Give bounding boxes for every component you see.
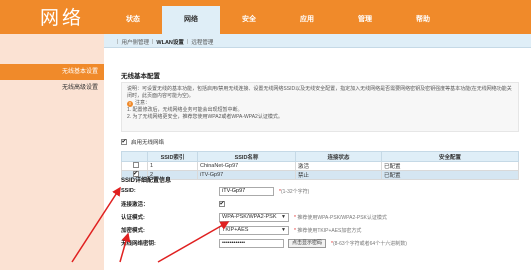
ssid-name: iTV-Gp97 (197, 170, 296, 180)
encrypt-mode-select[interactable]: TKIP+AES ▼ (219, 225, 289, 235)
enable-wireless-checkbox[interactable] (121, 138, 127, 145)
nav-status[interactable]: 状态 (104, 0, 162, 34)
main-content: 无线基本配置 说明：可设置无线的基本功能，包括启用/禁用无线连接、设置无线网络S… (104, 48, 531, 270)
encrypt-mode-row: 加密模式: TKIP+AES ▼ * 推荐使用TKIP+AES加密方式 (121, 225, 521, 235)
logo: 网络 (40, 7, 85, 29)
auth-mode-hint: * 推荐使用WPA-PSK/WPA2-PSK认证模式 (294, 214, 387, 221)
note-title: 注意： (135, 100, 151, 106)
ssid-row: SSID: iTV-Gp97 *(1-32个字符) (121, 186, 521, 196)
auth-mode-label: 认证模式: (121, 215, 145, 221)
warning-icon: ! (127, 100, 133, 107)
note-line: 1. 配置修改后，无线网络业务可能会出现短暂中断。 (127, 107, 243, 113)
table-header-select (121, 151, 148, 162)
ssid-status: 禁止 (295, 170, 382, 180)
note-heading: ! 注意： (127, 100, 513, 107)
description-box: 说明：可设置无线的基本功能，包括启用/禁用无线连接、设置无线网络SSID以及无线… (121, 82, 519, 132)
encrypt-mode-hint: * 推荐使用TKIP+AES加密方式 (294, 227, 362, 234)
ssid-security: 已配置 (381, 170, 519, 180)
chevron-down-icon: ▼ (281, 213, 286, 220)
table-row[interactable]: 1 ChinaNet-Gp97 激活 已配置 (121, 161, 519, 171)
table-header-row: SSID索引 SSID名称 连接状态 安全配置 (121, 151, 519, 162)
tab-wlan-settings[interactable]: WLAN设置 (156, 38, 184, 46)
chevron-down-icon: ▼ (281, 226, 286, 233)
note-line: 2. 为了无线网络更安全，推荐您使用WPA2或者WPA-WPA2认证模式。 (127, 114, 283, 120)
ssid-security: 已配置 (381, 161, 519, 171)
ssid-index: 1 (147, 161, 198, 171)
ssid-name: ChinaNet-Gp97 (197, 161, 296, 171)
auth-mode-row: 认证模式: WPA-PSK/WPA2-PSK ▼ * 推荐使用WPA-PSK/WP… (121, 212, 521, 222)
wireless-key-hint: *(8-63个字符或者64个十六进制数) (331, 240, 407, 247)
separator: | (117, 39, 119, 45)
ssid-hint: *(1-32个字符) (279, 188, 310, 195)
nav-security[interactable]: 安全 (220, 0, 278, 34)
enable-wireless-row: 启用无线网络 (121, 138, 164, 146)
separator: | (151, 39, 154, 45)
nav-application[interactable]: 应用 (278, 0, 336, 34)
connect-active-row: 连接激活： (121, 199, 521, 209)
nav-management[interactable]: 管理 (336, 0, 394, 34)
detail-section-title: SSID详细配置信息 (121, 178, 172, 184)
tab-user-side[interactable]: 用户侧管理 (121, 38, 149, 46)
table-row[interactable]: 2 iTV-Gp97 禁止 已配置 (121, 170, 519, 180)
show-password-button[interactable]: 点击显示密码 (288, 238, 327, 248)
connect-active-checkbox[interactable] (219, 200, 225, 207)
auth-mode-select[interactable]: WPA-PSK/WPA2-PSK ▼ (219, 212, 289, 222)
main-nav: 状态 网络 安全 应用 管理 帮助 (104, 0, 452, 34)
sidebar-item-wireless-basic[interactable]: 无线基本设置 (0, 64, 104, 80)
nav-help[interactable]: 帮助 (394, 0, 452, 34)
top-header: 网络 状态 网络 安全 应用 管理 帮助 (0, 0, 531, 34)
sub-nav: | 用户侧管理 | WLAN设置 | 远程管理 (104, 34, 531, 48)
section-title: 无线基本配置 (121, 73, 160, 80)
sidebar: 无线基本设置 无线高级设置 (0, 34, 104, 270)
table-header-index: SSID索引 (147, 151, 198, 162)
encrypt-mode-label: 加密模式: (121, 228, 145, 234)
sidebar-item-wireless-advanced[interactable]: 无线高级设置 (0, 80, 104, 96)
ssid-label: SSID: (121, 188, 136, 194)
ssid-input[interactable]: iTV-Gp97 (219, 186, 274, 196)
table-header-name: SSID名称 (197, 151, 296, 162)
enable-wireless-label: 启用无线网络 (131, 140, 165, 146)
connect-active-label: 连接激活： (121, 202, 149, 208)
table-header-security: 安全配置 (381, 151, 519, 162)
separator: | (186, 39, 189, 45)
nav-network[interactable]: 网络 (162, 0, 220, 34)
tab-remote-management[interactable]: 远程管理 (191, 38, 213, 46)
ssid-table: SSID索引 SSID名称 连接状态 安全配置 1 ChinaNet-Gp97 … (121, 151, 519, 180)
ssid-status: 激活 (295, 161, 382, 171)
wireless-key-input[interactable]: •••••••••••• (219, 238, 284, 248)
description-text: 说明：可设置无线的基本功能，包括启用/禁用无线连接、设置无线网络SSID以及无线… (127, 86, 512, 99)
row-checkbox[interactable] (132, 162, 139, 168)
wireless-key-row: 无线网络密钥: •••••••••••• 点击显示密码 *(8-63个字符或者6… (121, 238, 521, 248)
table-header-status: 连接状态 (295, 151, 382, 162)
wireless-key-label: 无线网络密钥: (121, 241, 156, 247)
